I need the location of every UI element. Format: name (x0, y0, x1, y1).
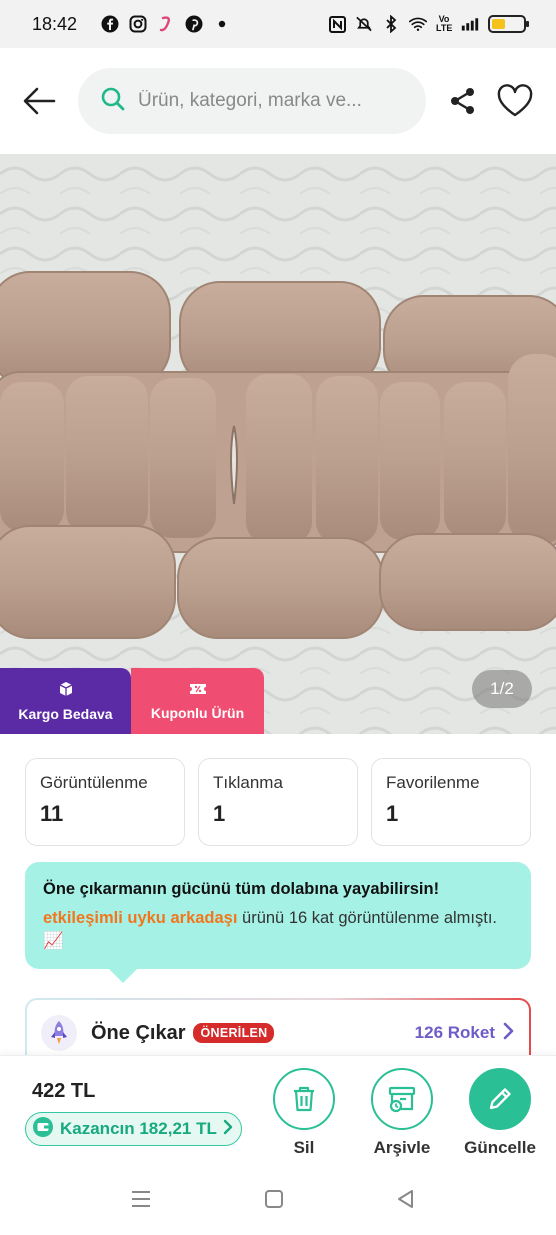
badge-label: Kuponlu Ürün (150, 704, 245, 721)
pinterest-icon (185, 15, 203, 33)
stat-clicks: Tıklanma 1 (198, 758, 358, 846)
badge-label: Kargo Bedava (18, 705, 113, 722)
action-label: Güncelle (464, 1138, 536, 1157)
signal-icon (461, 15, 479, 33)
action-label: Arşivle (373, 1138, 431, 1157)
instagram-icon (129, 15, 147, 33)
delete-button[interactable]: Sil (264, 1068, 344, 1158)
roket-link[interactable]: 126 Roket (415, 1022, 515, 1045)
stat-label: Görüntülenme (40, 773, 148, 792)
promo-tooltip: Öne çıkarmanın gücünü tüm dolabına yayab… (25, 862, 531, 983)
chevron-right-icon (223, 1119, 233, 1140)
dot-icon (213, 15, 231, 33)
battery-icon (488, 15, 529, 33)
rocket-icon (41, 1015, 77, 1051)
stat-value: 1 (213, 801, 226, 826)
stat-views: Görüntülenme 11 (25, 758, 185, 846)
status-bar: 18:42 Vo LTE (0, 0, 556, 48)
search-icon (100, 86, 126, 117)
promo-title: Öne çıkarmanın gücünü tüm dolabına yayab… (43, 880, 440, 898)
stat-favorites: Favorilenme 1 (371, 758, 531, 846)
free-shipping-badge: Kargo Bedava (0, 668, 131, 734)
stat-label: Favorilenme (386, 773, 480, 792)
chevron-right-icon (503, 1022, 515, 1045)
share-icon[interactable] (448, 86, 478, 116)
bottom-action-bar: 422 TL Kazancın 182,21 TL Sil Arşivle Gü… (0, 1055, 556, 1165)
image-counter: 1/2 (472, 670, 532, 708)
archive-button[interactable]: Arşivle (362, 1068, 442, 1158)
search-input[interactable]: Ürün, kategori, marka ve... (138, 90, 362, 112)
product-image[interactable] (0, 154, 556, 734)
system-nav-bar (0, 1165, 556, 1235)
mute-icon (355, 15, 373, 33)
stat-value: 1 (386, 801, 399, 826)
home-square-icon[interactable] (264, 1189, 284, 1214)
stat-label: Tıklanma (213, 773, 283, 792)
menu-icon[interactable] (130, 1189, 152, 1214)
coupon-badge: Kuponlu Ürün (131, 668, 264, 734)
recommended-badge: ÖNERİLEN (193, 1023, 275, 1043)
roket-count: 126 Roket (414, 1023, 495, 1042)
nfc-icon (328, 15, 346, 33)
back-arrow-icon[interactable] (22, 86, 56, 116)
update-button[interactable]: Güncelle (460, 1068, 540, 1158)
price: 422 TL (32, 1080, 96, 1102)
stat-value: 11 (40, 801, 64, 826)
box-icon (58, 681, 74, 700)
volte-icon: Vo LTE (436, 14, 453, 33)
earnings-chip[interactable]: Kazancın 182,21 TL (25, 1112, 242, 1146)
bluetooth-icon (382, 15, 400, 33)
pencil-icon (469, 1068, 531, 1130)
promo-product-link[interactable]: etkileşimli uyku arkadaşı (43, 909, 237, 927)
wifi-icon (409, 15, 427, 33)
promo-body: etkileşimli uyku arkadaşı ürünü 16 kat g… (43, 907, 513, 953)
feature-title: Öne Çıkar (91, 1021, 186, 1044)
ticket-icon (189, 682, 207, 699)
facebook-icon (101, 15, 119, 33)
trash-icon (273, 1068, 335, 1130)
action-label: Sil (293, 1138, 315, 1157)
heart-icon[interactable] (496, 84, 534, 118)
clock: 18:42 (32, 13, 78, 34)
top-bar: Ürün, kategori, marka ve... (0, 48, 556, 154)
back-triangle-icon[interactable] (396, 1189, 416, 1214)
j-app-icon (157, 15, 175, 33)
search-bar[interactable]: Ürün, kategori, marka ve... (78, 68, 426, 134)
earnings-text: Kazancın 182,21 TL (60, 1119, 217, 1138)
wallet-icon (32, 1116, 54, 1143)
archive-icon (371, 1068, 433, 1130)
